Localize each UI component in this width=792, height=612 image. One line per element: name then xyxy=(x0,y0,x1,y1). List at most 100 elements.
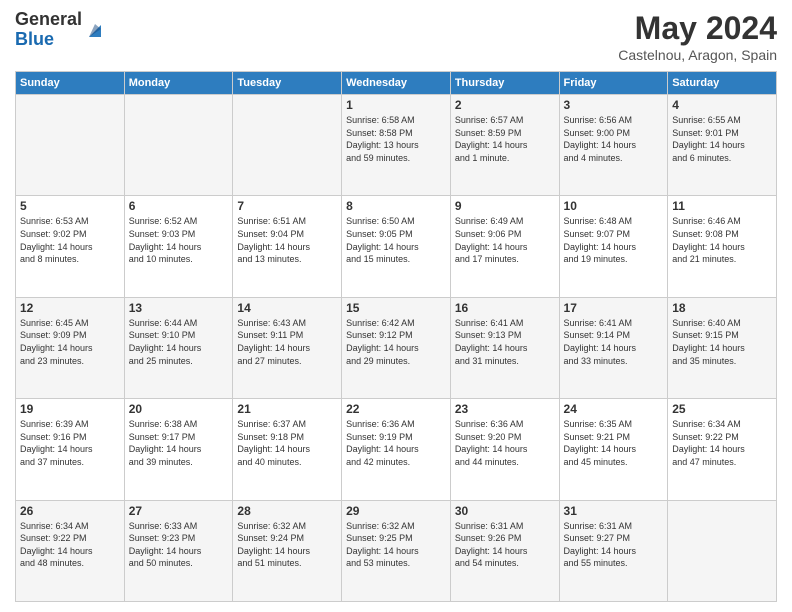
cell-content-line: Daylight: 13 hours xyxy=(346,139,446,152)
cell-content-line: Sunset: 9:27 PM xyxy=(564,532,664,545)
day-number: 2 xyxy=(455,98,555,112)
day-number: 24 xyxy=(564,402,664,416)
calendar-day-30: 30Sunrise: 6:31 AMSunset: 9:26 PMDayligh… xyxy=(450,500,559,601)
cell-content-line: Sunset: 9:22 PM xyxy=(672,431,772,444)
day-number: 7 xyxy=(237,199,337,213)
calendar-week-row: 5Sunrise: 6:53 AMSunset: 9:02 PMDaylight… xyxy=(16,196,777,297)
cell-content-line: and 44 minutes. xyxy=(455,456,555,469)
cell-content-line: Sunrise: 6:36 AM xyxy=(455,418,555,431)
calendar-week-row: 12Sunrise: 6:45 AMSunset: 9:09 PMDayligh… xyxy=(16,297,777,398)
cell-content-line: Sunset: 9:11 PM xyxy=(237,329,337,342)
calendar-header-row: SundayMondayTuesdayWednesdayThursdayFrid… xyxy=(16,72,777,95)
cell-content-line: Sunset: 9:13 PM xyxy=(455,329,555,342)
cell-content-line: Sunset: 9:01 PM xyxy=(672,127,772,140)
calendar-day-28: 28Sunrise: 6:32 AMSunset: 9:24 PMDayligh… xyxy=(233,500,342,601)
cell-content-line: and 10 minutes. xyxy=(129,253,229,266)
day-number: 11 xyxy=(672,199,772,213)
day-number: 17 xyxy=(564,301,664,315)
calendar-week-row: 19Sunrise: 6:39 AMSunset: 9:16 PMDayligh… xyxy=(16,399,777,500)
cell-content-line: Daylight: 14 hours xyxy=(564,342,664,355)
day-number: 18 xyxy=(672,301,772,315)
cell-content-line: and 6 minutes. xyxy=(672,152,772,165)
day-number: 3 xyxy=(564,98,664,112)
cell-content-line: Sunset: 9:05 PM xyxy=(346,228,446,241)
cell-content-line: and 4 minutes. xyxy=(564,152,664,165)
day-number: 20 xyxy=(129,402,229,416)
cell-content-line: Sunset: 9:21 PM xyxy=(564,431,664,444)
calendar-day-7: 7Sunrise: 6:51 AMSunset: 9:04 PMDaylight… xyxy=(233,196,342,297)
cell-content-line: and 55 minutes. xyxy=(564,557,664,570)
cell-content-line: and 33 minutes. xyxy=(564,355,664,368)
cell-content-line: and 42 minutes. xyxy=(346,456,446,469)
cell-content-line: Sunrise: 6:32 AM xyxy=(346,520,446,533)
calendar-day-10: 10Sunrise: 6:48 AMSunset: 9:07 PMDayligh… xyxy=(559,196,668,297)
cell-content-line: Daylight: 14 hours xyxy=(564,139,664,152)
cell-content-line: Daylight: 14 hours xyxy=(455,342,555,355)
cell-content-line: and 59 minutes. xyxy=(346,152,446,165)
day-number: 15 xyxy=(346,301,446,315)
calendar-header-thursday: Thursday xyxy=(450,72,559,95)
logo-general: General xyxy=(15,10,82,30)
cell-content-line: Sunrise: 6:53 AM xyxy=(20,215,120,228)
day-number: 19 xyxy=(20,402,120,416)
cell-content-line: Sunrise: 6:32 AM xyxy=(237,520,337,533)
cell-content-line: Sunrise: 6:44 AM xyxy=(129,317,229,330)
cell-content-line: Sunset: 9:19 PM xyxy=(346,431,446,444)
calendar-day-21: 21Sunrise: 6:37 AMSunset: 9:18 PMDayligh… xyxy=(233,399,342,500)
cell-content-line: Sunset: 9:23 PM xyxy=(129,532,229,545)
calendar-week-row: 26Sunrise: 6:34 AMSunset: 9:22 PMDayligh… xyxy=(16,500,777,601)
calendar-day-4: 4Sunrise: 6:55 AMSunset: 9:01 PMDaylight… xyxy=(668,95,777,196)
calendar-header-tuesday: Tuesday xyxy=(233,72,342,95)
cell-content-line: Daylight: 14 hours xyxy=(129,241,229,254)
day-number: 10 xyxy=(564,199,664,213)
cell-content-line: Sunset: 9:26 PM xyxy=(455,532,555,545)
calendar-day-8: 8Sunrise: 6:50 AMSunset: 9:05 PMDaylight… xyxy=(342,196,451,297)
calendar-day-23: 23Sunrise: 6:36 AMSunset: 9:20 PMDayligh… xyxy=(450,399,559,500)
calendar-day-12: 12Sunrise: 6:45 AMSunset: 9:09 PMDayligh… xyxy=(16,297,125,398)
cell-content-line: Sunrise: 6:43 AM xyxy=(237,317,337,330)
cell-content-line: and 27 minutes. xyxy=(237,355,337,368)
cell-content-line: Sunset: 9:16 PM xyxy=(20,431,120,444)
header: General Blue May 2024 Castelnou, Aragon,… xyxy=(15,10,777,63)
calendar-day-25: 25Sunrise: 6:34 AMSunset: 9:22 PMDayligh… xyxy=(668,399,777,500)
cell-content-line: Sunset: 9:10 PM xyxy=(129,329,229,342)
cell-content-line: Daylight: 14 hours xyxy=(455,443,555,456)
cell-content-line: Sunrise: 6:57 AM xyxy=(455,114,555,127)
calendar-header-saturday: Saturday xyxy=(668,72,777,95)
calendar-day-6: 6Sunrise: 6:52 AMSunset: 9:03 PMDaylight… xyxy=(124,196,233,297)
cell-content-line: Daylight: 14 hours xyxy=(237,241,337,254)
cell-content-line: Sunset: 9:25 PM xyxy=(346,532,446,545)
cell-content-line: Sunset: 9:08 PM xyxy=(672,228,772,241)
cell-content-line: Sunrise: 6:41 AM xyxy=(564,317,664,330)
day-number: 4 xyxy=(672,98,772,112)
calendar-empty-cell xyxy=(233,95,342,196)
cell-content-line: and 51 minutes. xyxy=(237,557,337,570)
calendar-day-31: 31Sunrise: 6:31 AMSunset: 9:27 PMDayligh… xyxy=(559,500,668,601)
cell-content-line: Sunrise: 6:42 AM xyxy=(346,317,446,330)
logo: General Blue xyxy=(15,10,106,50)
calendar-day-26: 26Sunrise: 6:34 AMSunset: 9:22 PMDayligh… xyxy=(16,500,125,601)
calendar-empty-cell xyxy=(16,95,125,196)
day-number: 9 xyxy=(455,199,555,213)
cell-content-line: Daylight: 14 hours xyxy=(564,545,664,558)
cell-content-line: Sunrise: 6:58 AM xyxy=(346,114,446,127)
cell-content-line: Sunset: 9:18 PM xyxy=(237,431,337,444)
cell-content-line: Daylight: 14 hours xyxy=(129,545,229,558)
cell-content-line: Sunset: 9:14 PM xyxy=(564,329,664,342)
cell-content-line: Daylight: 14 hours xyxy=(20,342,120,355)
logo-text: General Blue xyxy=(15,10,82,50)
calendar-day-9: 9Sunrise: 6:49 AMSunset: 9:06 PMDaylight… xyxy=(450,196,559,297)
day-number: 23 xyxy=(455,402,555,416)
cell-content-line: and 50 minutes. xyxy=(129,557,229,570)
cell-content-line: Sunrise: 6:45 AM xyxy=(20,317,120,330)
location: Castelnou, Aragon, Spain xyxy=(618,47,777,63)
calendar-day-15: 15Sunrise: 6:42 AMSunset: 9:12 PMDayligh… xyxy=(342,297,451,398)
cell-content-line: Sunrise: 6:55 AM xyxy=(672,114,772,127)
cell-content-line: and 39 minutes. xyxy=(129,456,229,469)
cell-content-line: Sunset: 9:24 PM xyxy=(237,532,337,545)
page: General Blue May 2024 Castelnou, Aragon,… xyxy=(0,0,792,612)
cell-content-line: and 29 minutes. xyxy=(346,355,446,368)
cell-content-line: Sunset: 8:59 PM xyxy=(455,127,555,140)
day-number: 13 xyxy=(129,301,229,315)
cell-content-line: Daylight: 14 hours xyxy=(672,241,772,254)
